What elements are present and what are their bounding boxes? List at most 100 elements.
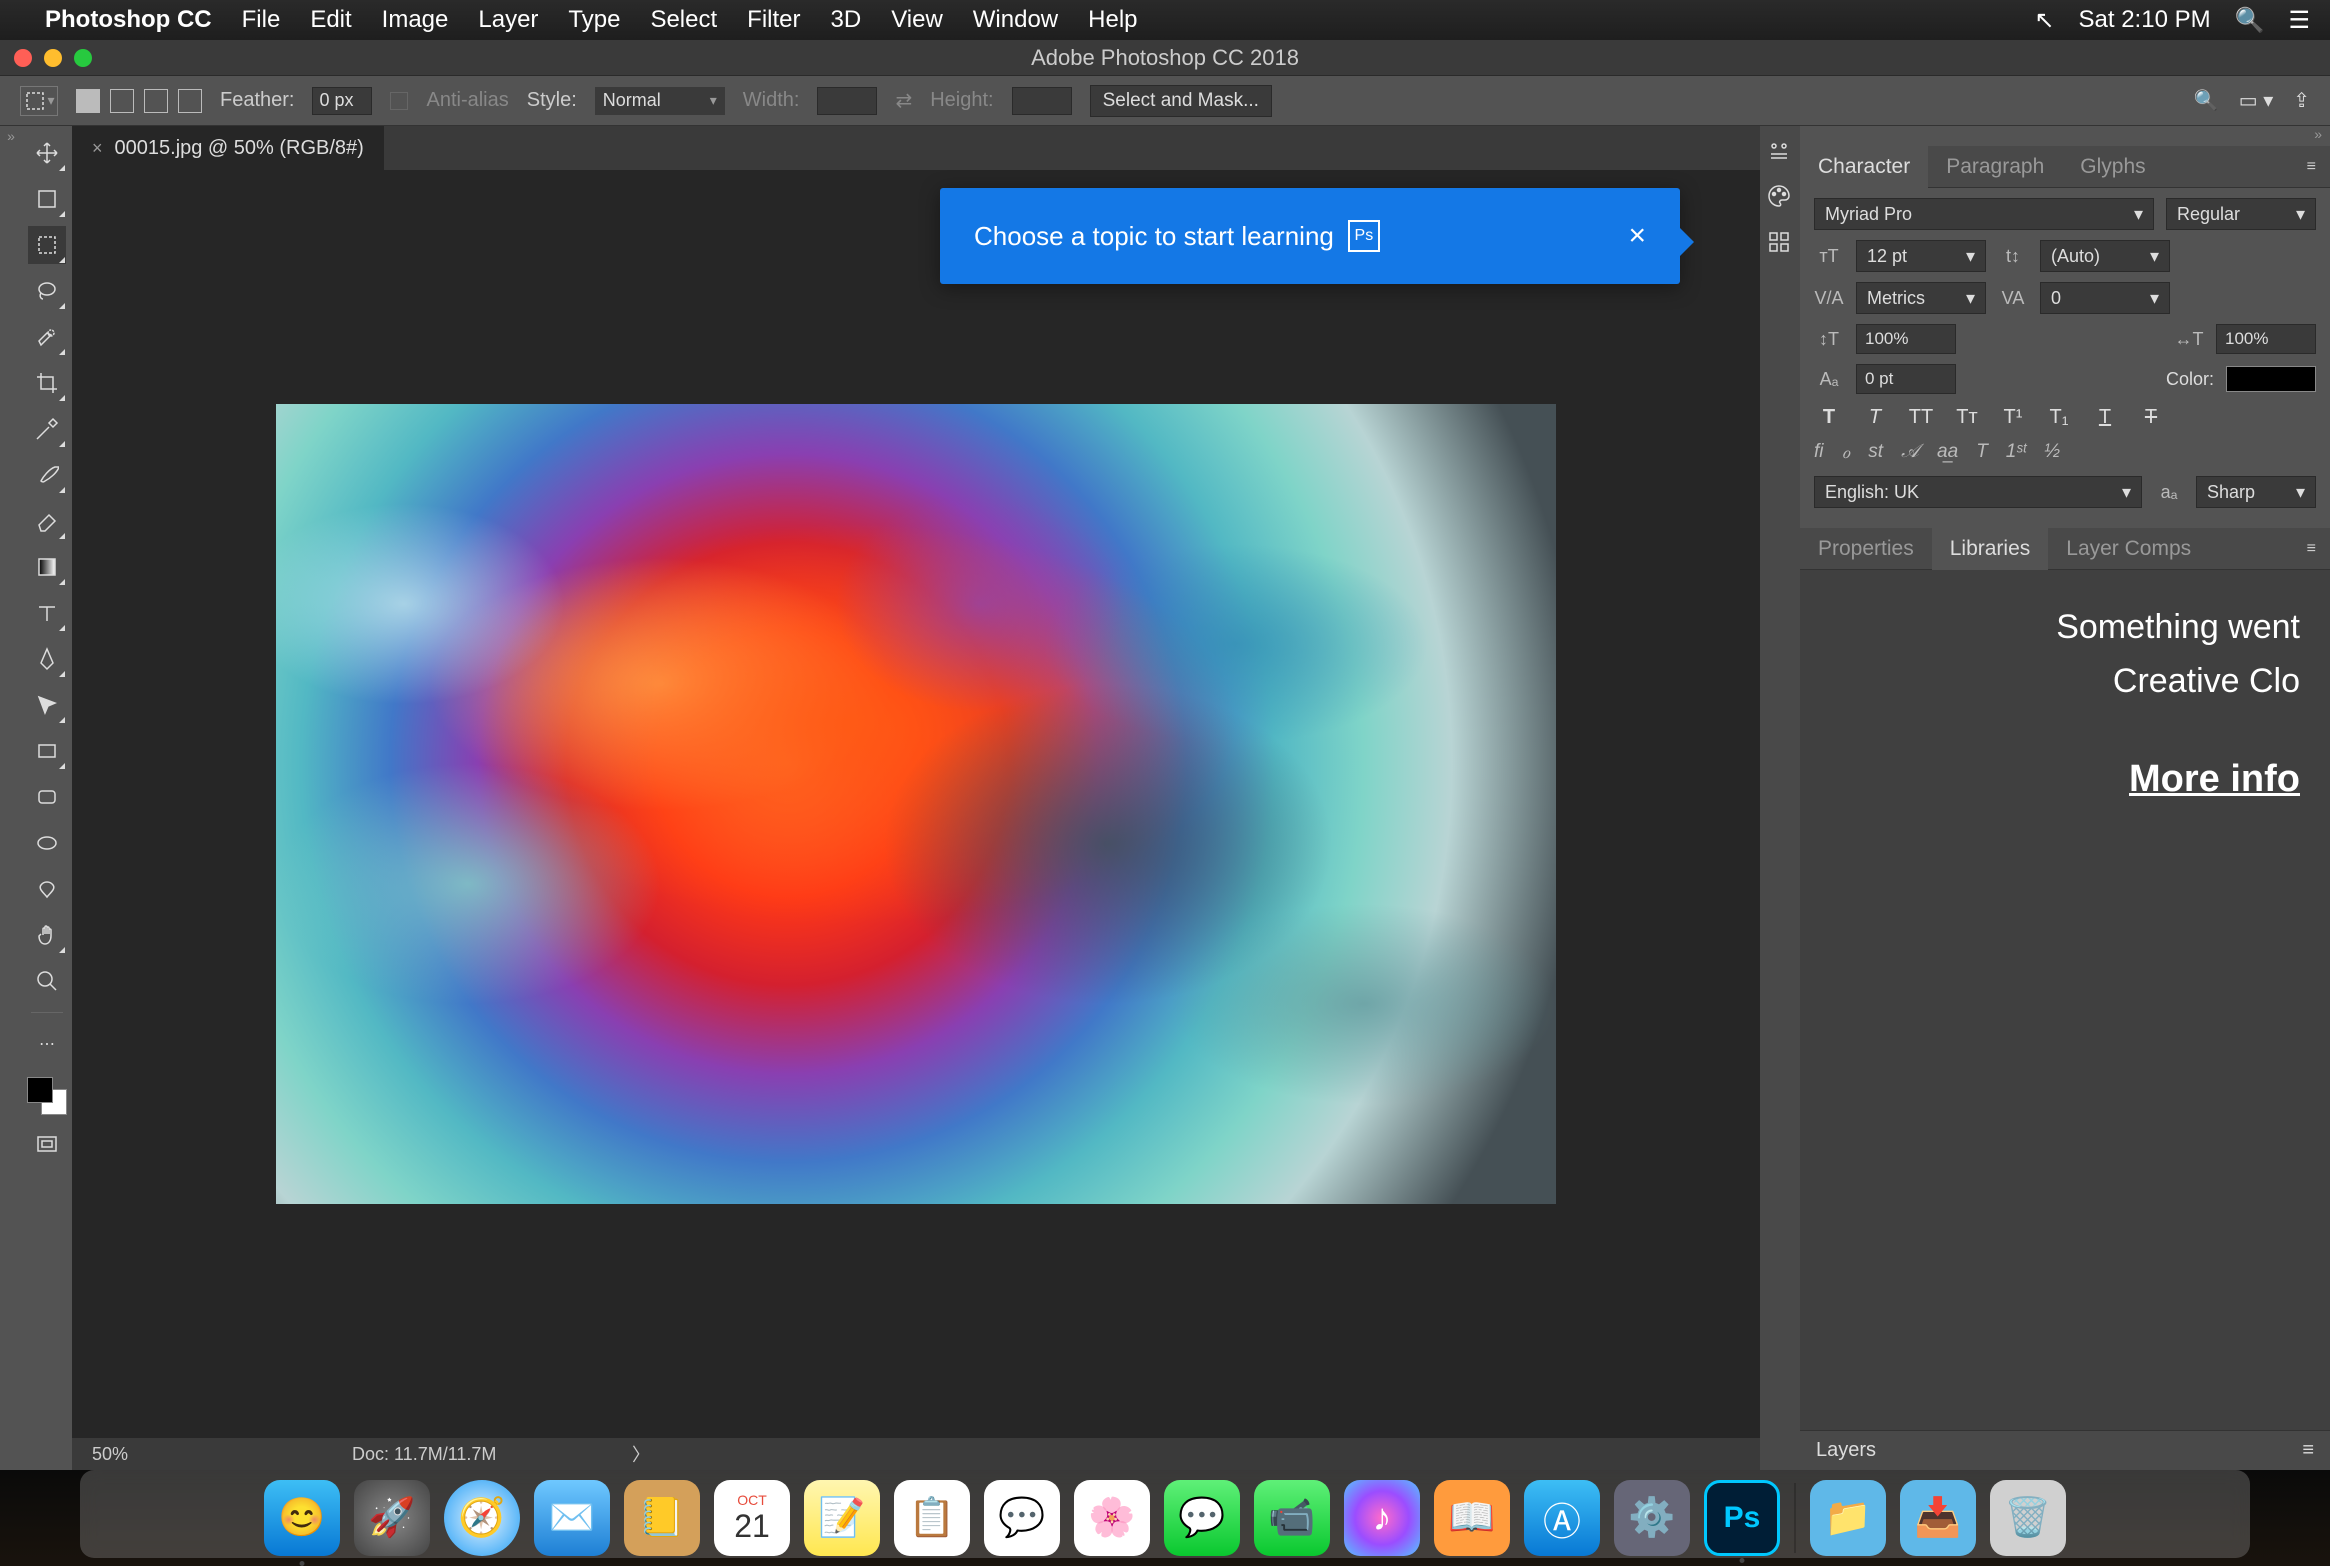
- dock-system-preferences[interactable]: ⚙️: [1614, 1480, 1690, 1556]
- pen-tool[interactable]: [28, 640, 66, 678]
- tracking-input[interactable]: 0▾: [2040, 282, 2170, 314]
- path-selection-tool[interactable]: [28, 686, 66, 724]
- leading-input[interactable]: (Auto)▾: [2040, 240, 2170, 272]
- close-window-button[interactable]: [14, 49, 32, 67]
- stylistic-alt-button[interactable]: a͟a: [1937, 441, 1958, 464]
- dock-trash[interactable]: 🗑️: [1990, 1480, 2066, 1556]
- share-icon[interactable]: ⇪: [2293, 88, 2310, 113]
- dock-calendar[interactable]: OCT21: [714, 1480, 790, 1556]
- faux-italic-button[interactable]: T: [1860, 406, 1890, 429]
- eyedropper-tool[interactable]: [28, 410, 66, 448]
- dock-ibooks[interactable]: 📖: [1434, 1480, 1510, 1556]
- layers-panel-tab[interactable]: Layers ≡: [1800, 1430, 2330, 1470]
- foreground-color[interactable]: [27, 1077, 53, 1103]
- document-tab[interactable]: × 00015.jpg @ 50% (RGB/8#): [72, 126, 384, 170]
- faux-bold-button[interactable]: T: [1814, 406, 1844, 429]
- crop-tool[interactable]: [28, 364, 66, 402]
- antialiasing-select[interactable]: Sharp▾: [2196, 476, 2316, 508]
- menu-help[interactable]: Help: [1088, 6, 1137, 34]
- tool-preset-picker[interactable]: ▾: [20, 86, 58, 116]
- tab-libraries[interactable]: Libraries: [1932, 528, 2049, 570]
- font-family-select[interactable]: Myriad Pro▾: [1814, 198, 2154, 230]
- move-tool[interactable]: [28, 134, 66, 172]
- quick-mask-toggle[interactable]: [28, 1125, 66, 1163]
- minimize-window-button[interactable]: [44, 49, 62, 67]
- workspace-switcher-icon[interactable]: ▭ ▾: [2239, 88, 2274, 113]
- menu-edit[interactable]: Edit: [310, 6, 351, 34]
- edit-toolbar[interactable]: ⋯: [28, 1025, 66, 1063]
- language-select[interactable]: English: UK▾: [1814, 476, 2142, 508]
- dock-downloads-folder[interactable]: 📥: [1900, 1480, 1976, 1556]
- ellipse-tool[interactable]: [28, 824, 66, 862]
- notification-center-icon[interactable]: ☰: [2288, 6, 2310, 35]
- zoom-level[interactable]: 50%: [92, 1444, 212, 1465]
- color-panel-icon[interactable]: [1767, 184, 1793, 210]
- style-select[interactable]: Normal▾: [595, 87, 725, 115]
- intersect-selection-icon[interactable]: [178, 89, 202, 113]
- menu-3d[interactable]: 3D: [831, 6, 862, 34]
- more-info-link[interactable]: More info: [1830, 749, 2300, 810]
- eraser-tool[interactable]: [28, 502, 66, 540]
- font-style-select[interactable]: Regular▾: [2166, 198, 2316, 230]
- smallcaps-button[interactable]: Tᴛ: [1952, 406, 1982, 429]
- dock-notes[interactable]: 📝: [804, 1480, 880, 1556]
- titling-alt-button[interactable]: T: [1976, 441, 1988, 464]
- left-collapse-strip[interactable]: »: [0, 126, 22, 1470]
- underline-button[interactable]: T: [2090, 406, 2120, 429]
- tab-character[interactable]: Character: [1800, 146, 1928, 188]
- tab-properties[interactable]: Properties: [1800, 528, 1932, 570]
- dock-messages-cloud[interactable]: 💬: [984, 1480, 1060, 1556]
- ligatures-button[interactable]: fi: [1814, 441, 1824, 464]
- dock-applications-folder[interactable]: 📁: [1810, 1480, 1886, 1556]
- tooltip-close-icon[interactable]: ×: [1628, 219, 1646, 253]
- add-selection-icon[interactable]: [110, 89, 134, 113]
- dock-safari[interactable]: 🧭: [444, 1480, 520, 1556]
- cursor-status-icon[interactable]: ↖: [2034, 6, 2054, 35]
- clock[interactable]: Sat 2:10 PM: [2079, 6, 2211, 34]
- menu-select[interactable]: Select: [650, 6, 717, 34]
- zoom-tool[interactable]: [28, 962, 66, 1000]
- dock-imessage[interactable]: 💬: [1164, 1480, 1240, 1556]
- select-and-mask-button[interactable]: Select and Mask...: [1090, 85, 1272, 117]
- contextual-alt-button[interactable]: ℴ: [1842, 441, 1851, 464]
- subtract-selection-icon[interactable]: [144, 89, 168, 113]
- dock-reminders[interactable]: 📋: [894, 1480, 970, 1556]
- char-panel-menu-icon[interactable]: ≡: [2307, 158, 2330, 176]
- tab-layer-comps[interactable]: Layer Comps: [2048, 528, 2209, 570]
- subscript-button[interactable]: T₁: [2044, 406, 2074, 429]
- doc-info[interactable]: Doc: 11.7M/11.7M: [352, 1444, 496, 1465]
- menu-layer[interactable]: Layer: [478, 6, 538, 34]
- dock-appstore[interactable]: Ⓐ: [1524, 1480, 1600, 1556]
- color-swatches[interactable]: [27, 1077, 67, 1117]
- search-icon[interactable]: 🔍: [2194, 88, 2219, 113]
- hscale-input[interactable]: [2216, 324, 2316, 354]
- swatches-panel-icon[interactable]: [1767, 230, 1793, 256]
- rectangle-shape-tool[interactable]: [28, 732, 66, 770]
- quick-selection-tool[interactable]: [28, 318, 66, 356]
- dock-mail[interactable]: ✉️: [534, 1480, 610, 1556]
- canvas-image[interactable]: [276, 404, 1556, 1204]
- vscale-input[interactable]: [1856, 324, 1956, 354]
- tab-paragraph[interactable]: Paragraph: [1928, 146, 2062, 188]
- fractions-button[interactable]: ½: [2044, 441, 2060, 464]
- superscript-button[interactable]: T¹: [1998, 406, 2028, 429]
- dock-facetime[interactable]: 📹: [1254, 1480, 1330, 1556]
- lib-panel-menu-icon[interactable]: ≡: [2307, 540, 2330, 558]
- dock-launchpad[interactable]: 🚀: [354, 1480, 430, 1556]
- spotlight-icon[interactable]: 🔍: [2235, 6, 2265, 35]
- font-size-input[interactable]: 12 pt▾: [1856, 240, 1986, 272]
- hand-tool[interactable]: [28, 916, 66, 954]
- dock-photos[interactable]: 🌸: [1074, 1480, 1150, 1556]
- feather-input[interactable]: [312, 87, 372, 115]
- gradient-tool[interactable]: [28, 548, 66, 586]
- adjustments-panel-icon[interactable]: [1767, 138, 1793, 164]
- baseline-input[interactable]: [1856, 364, 1956, 394]
- dock-contacts[interactable]: 📒: [624, 1480, 700, 1556]
- text-color-swatch[interactable]: [2226, 366, 2316, 392]
- collapse-panels-icon[interactable]: »: [1800, 126, 2330, 146]
- menu-image[interactable]: Image: [382, 6, 449, 34]
- artboard-tool[interactable]: [28, 180, 66, 218]
- dock-finder[interactable]: 😊: [264, 1480, 340, 1556]
- menu-window[interactable]: Window: [973, 6, 1058, 34]
- allcaps-button[interactable]: TT: [1906, 406, 1936, 429]
